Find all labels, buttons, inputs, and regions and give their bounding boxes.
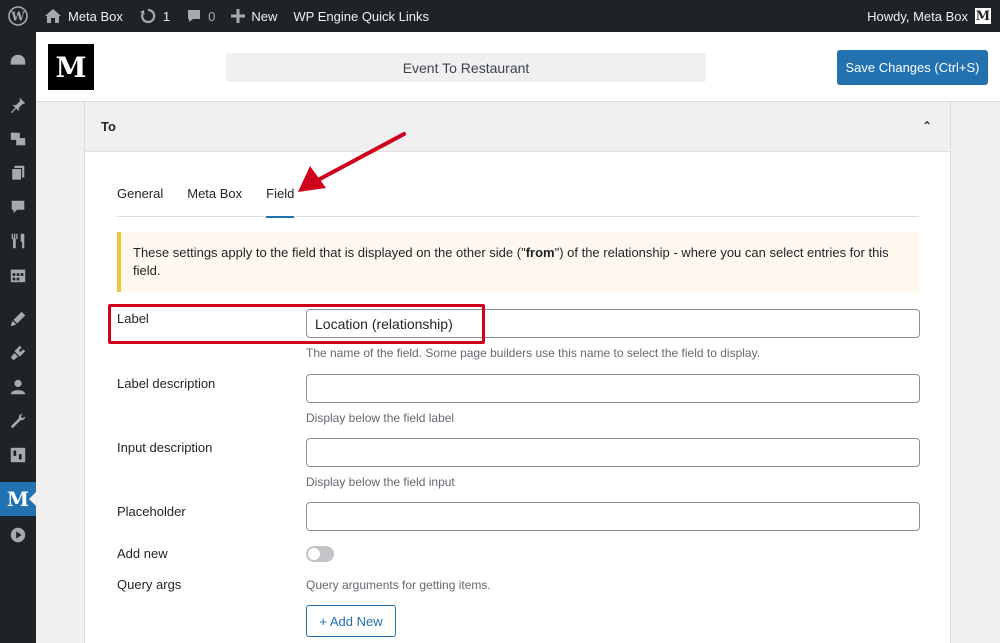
user-account-menu[interactable]: Howdy, Meta Box M [859,0,1000,32]
plugins-icon[interactable] [0,336,36,370]
quick-links-label: WP Engine Quick Links [293,8,430,24]
play-icon[interactable] [0,518,36,552]
tab-general[interactable]: General [117,182,163,217]
home-icon [44,8,62,24]
relationship-title-input[interactable]: Event To Restaurant [226,53,706,82]
notice-text-before: These settings apply to the field that i… [133,245,526,260]
tools-icon[interactable] [0,404,36,438]
input-description-help: Display below the field input [306,475,455,489]
wp-engine-quick-links[interactable]: WP Engine Quick Links [285,0,437,32]
add-new-toggle[interactable] [306,546,334,562]
comments-count: 0 [208,8,216,24]
updates-icon [139,7,157,25]
info-notice: These settings apply to the field that i… [117,232,919,292]
admin-sidebar: M [0,32,36,643]
wordpress-logo-icon[interactable]: W [0,0,36,32]
pin-icon[interactable] [0,88,36,122]
svg-text:W: W [10,10,25,24]
settings-icon[interactable] [0,438,36,472]
appearance-icon[interactable] [0,302,36,336]
comments-icon[interactable] [0,190,36,224]
tab-meta-box[interactable]: Meta Box [187,182,242,217]
media-icon[interactable] [0,122,36,156]
panel-title: To [101,119,116,134]
input-description-label: Input description [117,440,213,455]
metabox-menu-item[interactable]: M [0,482,36,516]
site-name: Meta Box [68,8,123,24]
active-indicator [29,492,36,506]
label-description-input[interactable] [306,374,920,403]
collapse-chevron-icon[interactable]: ⌃ [922,119,932,133]
plus-icon [231,9,246,23]
query-args-help: Query arguments for getting items. [306,578,491,592]
save-changes-button[interactable]: Save Changes (Ctrl+S) [837,50,988,85]
admin-bar: W Meta Box 1 0 New WP Engine Quick Links… [0,0,1000,32]
toggle-knob [308,548,320,560]
comments-link[interactable]: 0 [178,0,223,32]
add-new-query-arg-button[interactable]: + Add New [306,605,396,637]
site-name-link[interactable]: Meta Box [36,0,131,32]
new-label: New [251,8,278,24]
label-description-text: The name of the field. Some page builder… [306,346,761,360]
input-description-input[interactable] [306,438,920,467]
metabox-logo: M [48,44,94,90]
add-new-label: Add new [117,546,168,561]
to-panel: To ⌃ General Meta Box Field These settin… [84,102,951,643]
settings-tabs: General Meta Box Field [117,182,919,218]
pages-icon[interactable] [0,156,36,190]
query-args-label: Query args [117,577,182,592]
restaurant-icon[interactable] [0,224,36,258]
calendar-icon[interactable] [0,258,36,292]
new-content-link[interactable]: New [223,0,285,32]
label-description-label: Label description [117,376,216,391]
users-icon[interactable] [0,370,36,404]
notice-text-bold: from [525,245,555,260]
comment-bubble-icon [186,8,202,24]
label-highlight-box [108,304,485,344]
updates-count: 1 [162,8,171,24]
red-arrow-annotation [298,132,406,192]
metabox-icon: M [6,487,30,511]
placeholder-label: Placeholder [117,504,186,519]
dashboard-icon[interactable] [0,44,36,78]
label-description-help: Display below the field label [306,411,455,425]
howdy-text: Howdy, Meta Box [867,8,968,24]
updates-link[interactable]: 1 [131,0,178,32]
panel-header[interactable]: To ⌃ [85,102,950,152]
builder-header: M Event To Restaurant Save Changes (Ctrl… [36,32,1000,102]
placeholder-input[interactable] [306,502,920,531]
user-avatar: M [974,7,992,25]
